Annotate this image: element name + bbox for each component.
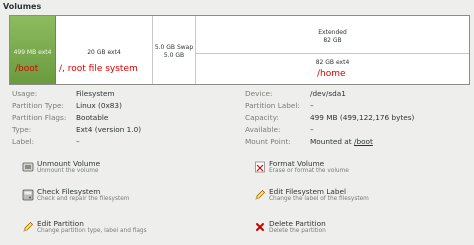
unmount-volume-button[interactable]: Unmount Volume Unmount the volume — [22, 159, 237, 179]
prop-type-value: Ext4 (version 1.0) — [76, 125, 142, 134]
prop-partition-flags-value: Bootable — [76, 113, 109, 122]
delete-partition-button[interactable]: Delete Partition Delete the partition — [254, 219, 469, 239]
prop-partition-flags-label: Partition Flags: — [12, 113, 67, 122]
format-volume-desc: Erase or format the volume — [269, 168, 349, 174]
edit-partition-desc: Change partition type, label and flags — [37, 228, 147, 234]
volume-bar: 499 MB ext4 20 GB ext4 5.0 GB Swap 5.0 G… — [9, 15, 470, 85]
prop-device-value: /dev/sda1 — [310, 89, 346, 98]
check-filesystem-button[interactable]: Check Filesystem Check and repair the fi… — [22, 187, 237, 207]
delete-partition-desc: Delete the partition — [269, 228, 326, 234]
prop-mount-point-value: Mounted at /boot — [310, 137, 373, 147]
delete-partition-title: Delete Partition — [269, 219, 326, 228]
prop-device-label: Device: — [245, 89, 273, 98]
partition-boot-label: 499 MB ext4 — [13, 49, 52, 56]
annotation-boot: /boot — [15, 64, 39, 74]
prop-available-label: Available: — [245, 125, 281, 134]
check-filesystem-desc: Check and repair the filesystem — [37, 196, 130, 202]
edit-partition-title: Edit Partition — [37, 219, 84, 228]
edit-filesystem-label-title: Edit Filesystem Label — [269, 187, 347, 196]
prop-capacity-label: Capacity: — [245, 113, 279, 122]
prop-partition-label-label: Partition Label: — [245, 101, 300, 110]
annotation-root: /, root file system — [59, 64, 138, 74]
edit-partition-button[interactable]: Edit Partition Change partition type, la… — [22, 219, 237, 239]
partition-extended-label-size: 82 GB — [323, 37, 342, 44]
prop-usage-label: Usage: — [12, 89, 38, 98]
unmount-volume-desc: Unmount the volume — [37, 168, 99, 174]
unmount-icon — [22, 162, 34, 172]
prop-mount-point-label: Mount Point: — [245, 137, 291, 146]
prop-usage-value: Filesystem — [76, 89, 115, 98]
prop-partition-type-value: Linux (0x83) — [76, 101, 122, 110]
edit-partition-icon — [23, 222, 33, 232]
delete-icon — [256, 223, 264, 231]
check-filesystem-title: Check Filesystem — [37, 187, 101, 196]
section-title: Volumes — [3, 2, 42, 11]
annotation-home: /home — [317, 69, 346, 79]
prop-available-value: – — [310, 125, 314, 134]
edit-filesystem-label-desc: Change the label of the filesystem — [269, 196, 369, 202]
edit-filesystem-label-button[interactable]: Edit Filesystem Label Change the label o… — [254, 187, 469, 207]
prop-label-value: – — [76, 137, 80, 146]
partition-extended-label-type: Extended — [318, 29, 347, 36]
prop-label-label: Label: — [12, 137, 35, 146]
partition-swap-label-type: 5.0 GB Swap — [154, 44, 194, 51]
mount-point-prefix: Mounted at — [310, 137, 352, 146]
partition-swap-segment[interactable]: 5.0 GB Swap 5.0 GB — [153, 16, 196, 84]
format-volume-title: Format Volume — [269, 159, 325, 168]
prop-type-label: Type: — [12, 125, 32, 134]
mount-point-link[interactable]: /boot — [354, 137, 373, 146]
format-volume-button[interactable]: Format Volume Erase or format the volume — [254, 159, 469, 179]
prop-partition-label-value: – — [310, 101, 314, 110]
prop-capacity-value: 499 MB (499,122,176 bytes) — [310, 113, 415, 122]
edit-label-icon — [255, 190, 265, 200]
prop-partition-type-label: Partition Type: — [12, 101, 64, 110]
partition-home-label: 82 GB ext4 — [315, 59, 350, 66]
partition-swap-label-size: 5.0 GB — [163, 52, 185, 59]
check-filesystem-icon — [22, 189, 34, 201]
unmount-volume-title: Unmount Volume — [37, 159, 101, 168]
format-icon — [255, 161, 265, 173]
partition-root-label: 20 GB ext4 — [87, 49, 121, 56]
